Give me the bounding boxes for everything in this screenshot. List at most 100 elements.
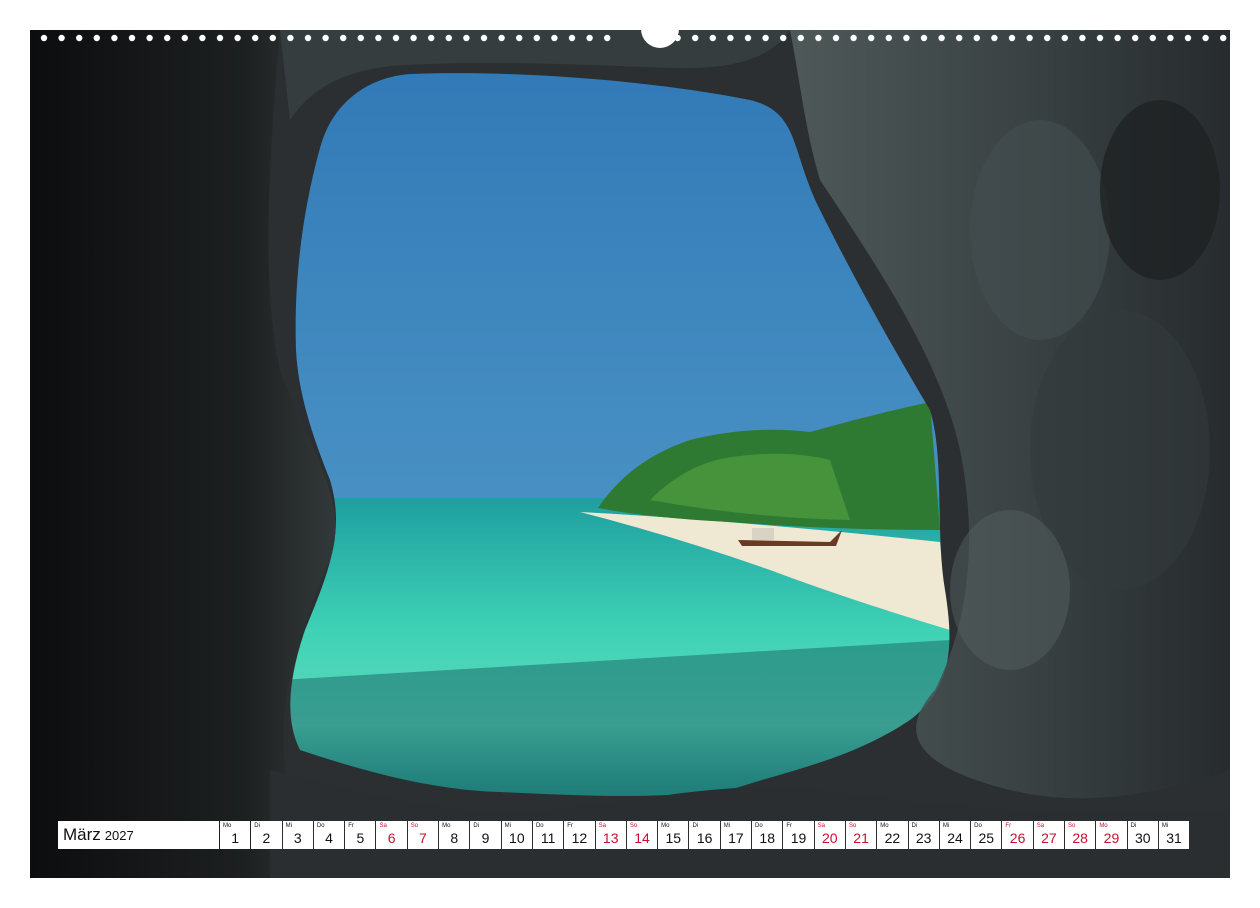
binding-hole: [1184, 34, 1192, 42]
binding-hole: [340, 34, 347, 42]
binding-hole: [903, 34, 910, 42]
day-of-week: Fr: [1005, 823, 1012, 829]
binding-hole: [1132, 34, 1139, 42]
binding-hole: [797, 34, 804, 42]
binding-hole: [1079, 34, 1086, 42]
binding-hole: [357, 34, 364, 42]
day-cell: Mi 24: [939, 821, 971, 849]
day-number: 16: [696, 830, 713, 846]
day-cell: Mi 31: [1158, 821, 1190, 849]
day-cell: Do 4: [313, 821, 345, 849]
day-number: 22: [884, 830, 901, 846]
binding-hole: [40, 34, 48, 42]
day-of-week: Mi: [723, 823, 731, 829]
day-of-week: Mi: [1161, 823, 1169, 829]
month-label: März 2027: [58, 821, 219, 849]
day-cell: Mi 17: [720, 821, 752, 849]
day-of-week: Di: [911, 823, 918, 829]
day-cell: Do 11: [532, 821, 564, 849]
day-of-week: Fr: [567, 823, 573, 829]
day-cell: Di 2: [251, 821, 282, 849]
binding-hole: [815, 34, 822, 42]
day-cell: Di 23: [908, 821, 939, 849]
binding-hole: [480, 34, 488, 42]
day-of-week: Do: [535, 823, 544, 829]
cave-beach-photo-icon: [30, 30, 1230, 878]
binding-hole: [850, 34, 857, 42]
binding-hole: [93, 34, 100, 42]
calendar-strip: März 2027 Mo 1 Di 2 Mi 3 Do 4 Fr 5 Sa 6 So 7 Mo 8 Di 9 Mi 1…: [58, 821, 1190, 849]
binding-hole: [498, 34, 505, 42]
day-number: 2: [262, 830, 271, 846]
binding-hole: [1202, 34, 1209, 42]
binding-hole: [1114, 34, 1121, 42]
day-cell: Fr 19: [783, 821, 814, 849]
binding-hole: [322, 34, 329, 42]
day-of-week: Mo: [661, 823, 670, 829]
day-cell: Fr 26: [1002, 821, 1033, 849]
binding-hole: [428, 34, 435, 42]
day-of-week: Di: [473, 823, 480, 829]
binding-hole: [868, 34, 875, 42]
binding-hole: [604, 34, 611, 42]
day-number: 11: [540, 830, 556, 846]
day-of-week: Di: [1130, 823, 1137, 829]
day-number: 8: [450, 830, 459, 846]
binding-hole: [973, 34, 980, 42]
day-of-week: Sa: [1036, 823, 1045, 829]
day-cell: Di 16: [689, 821, 720, 849]
day-cell: Mo 29: [1096, 821, 1127, 849]
binding-hole: [956, 34, 963, 42]
day-number: 20: [822, 830, 838, 846]
day-cell: Mo 1: [220, 821, 251, 849]
binding-hole: [709, 34, 716, 42]
day-cell: Mo 15: [658, 821, 689, 849]
day-of-week: Fr: [786, 823, 793, 829]
binding-hole: [392, 34, 400, 42]
day-of-week: Do: [755, 823, 763, 829]
day-number: 25: [978, 830, 995, 846]
calendar-photo: [30, 30, 1230, 878]
day-number: 21: [853, 830, 869, 846]
day-number: 26: [1009, 830, 1026, 846]
day-cell: So 28: [1065, 821, 1096, 849]
day-of-week: Do: [316, 823, 325, 829]
binding-hole: [216, 34, 224, 42]
day-cell: Mo 8: [439, 821, 470, 849]
binding-hole: [727, 34, 734, 42]
day-number: 7: [419, 830, 427, 846]
day-of-week: Do: [974, 823, 982, 829]
day-of-week: So: [629, 823, 638, 829]
day-number: 14: [634, 830, 650, 846]
binding-hole: [76, 34, 83, 42]
day-cell: Sa 6: [376, 821, 407, 849]
day-of-week: Mi: [942, 823, 950, 829]
day-cell: Mi 3: [282, 821, 313, 849]
binding-hole: [586, 34, 593, 42]
day-of-week: Sa: [598, 823, 606, 829]
day-cell: Do 18: [752, 821, 783, 849]
day-number: 24: [947, 830, 963, 846]
binding-hole: [58, 34, 65, 42]
binding-hole: [199, 34, 206, 42]
day-of-week: Mo: [223, 823, 232, 829]
day-number: 5: [356, 830, 365, 846]
spiral-binding: [30, 16, 1230, 48]
day-number: 3: [293, 830, 302, 846]
day-number: 30: [1134, 830, 1151, 846]
binding-hole: [1061, 34, 1069, 42]
day-of-week: Mo: [880, 823, 889, 829]
day-cell: Di 9: [470, 821, 501, 849]
day-of-week: So: [848, 823, 857, 829]
day-cell: Mo 22: [877, 821, 908, 849]
day-of-week: Fr: [348, 823, 354, 829]
day-number: 1: [231, 830, 240, 846]
day-of-week: Sa: [817, 823, 825, 829]
day-number: 13: [602, 830, 619, 846]
binding-hole: [1096, 34, 1104, 42]
binding-hole: [463, 34, 470, 42]
binding-hole: [991, 34, 998, 42]
day-cell: Sa 20: [814, 821, 845, 849]
binding-hole: [181, 34, 188, 42]
day-cell: So 7: [407, 821, 439, 849]
